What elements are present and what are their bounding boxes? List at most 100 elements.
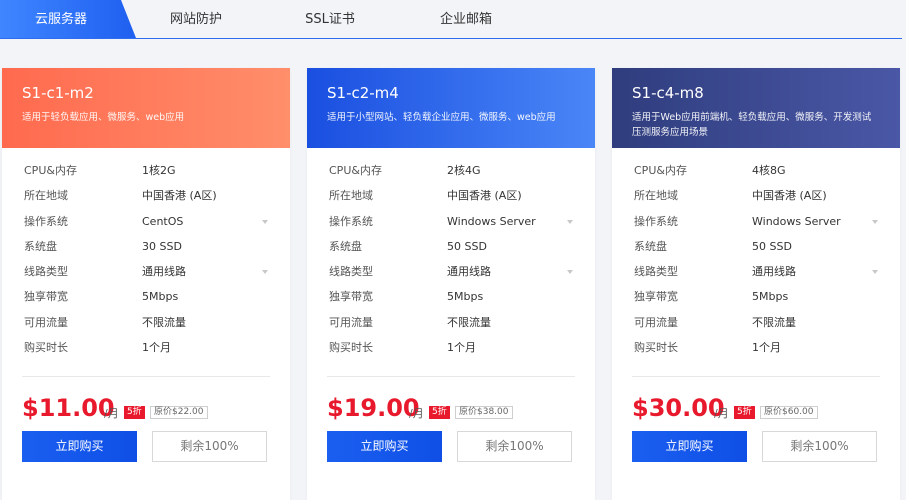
spec-row-bandwidth: 独享带宽 5Mbps <box>22 284 270 309</box>
chevron-down-icon <box>262 270 268 275</box>
spec-row-duration: 购买时长 1个月 <box>632 335 880 360</box>
original-price: 原价$38.00 <box>455 406 513 420</box>
chevron-down-icon <box>567 219 573 224</box>
spec-value: 中国香港 (A区) <box>447 189 522 203</box>
price: $11.00 <box>22 394 115 423</box>
price-unit: /月 <box>714 407 729 421</box>
spec-value: 4核8G <box>752 164 786 177</box>
tab-enterprise-email[interactable]: 企业邮箱 <box>416 0 516 38</box>
price-row: $11.00 /月 5折 原价$22.00 <box>22 391 270 431</box>
spec-row-region: 所在地域 中国香港 (A区) <box>632 183 880 208</box>
spec-label: CPU&内存 <box>634 164 687 177</box>
spec-value: Windows Server <box>752 214 841 228</box>
plan-card: S1-c1-m2 适用于轻负载应用、微服务、web应用 CPU&内存 1核2G … <box>2 68 290 500</box>
spec-row-system-disk: 系统盘 30 SSD <box>22 234 270 259</box>
spec-label: 独享带宽 <box>24 290 68 304</box>
spec-label: 操作系统 <box>329 214 373 228</box>
spec-value: 通用线路 <box>752 265 796 279</box>
spec-row-system-disk: 系统盘 50 SSD <box>327 234 575 259</box>
plan-description: 适用于小型网站、轻负载企业应用、微服务、web应用 <box>327 112 556 123</box>
spec-value: 通用线路 <box>447 265 491 279</box>
plan-card: S1-c4-m8 适用于Web应用前端机、轻负载应用、微服务、开发测试压测服务应… <box>612 68 900 500</box>
plan-title: S1-c1-m2 <box>22 84 94 102</box>
buy-now-button[interactable]: 立即购买 <box>327 431 442 463</box>
plan-title: S1-c4-m8 <box>632 84 704 102</box>
plan-description: 适用于轻负载应用、微服务、web应用 <box>22 112 185 123</box>
price: $19.00 <box>327 394 420 423</box>
chevron-down-icon <box>567 270 573 275</box>
os-select[interactable]: 操作系统 CentOS <box>22 209 270 234</box>
spec-label: 独享带宽 <box>634 290 678 304</box>
spec-value: CentOS <box>142 214 184 228</box>
stock-remaining-button: 剩余100% <box>152 431 267 463</box>
divider <box>22 376 270 378</box>
price: $30.00 <box>632 394 725 423</box>
spec-label: 系统盘 <box>24 239 57 253</box>
spec-label: 系统盘 <box>329 239 362 253</box>
spec-label: 操作系统 <box>634 214 678 228</box>
plan-card-header: S1-c4-m8 适用于Web应用前端机、轻负载应用、微服务、开发测试压测服务应… <box>612 68 900 148</box>
spec-row-region: 所在地域 中国香港 (A区) <box>22 183 270 208</box>
price-row: $19.00 /月 5折 原价$38.00 <box>327 391 575 431</box>
spec-list: CPU&内存 2核4G 所在地域 中国香港 (A区) 操作系统 Windows … <box>307 148 595 360</box>
spec-label: 可用流量 <box>329 315 373 329</box>
action-buttons: 立即购买 剩余100% <box>632 431 880 463</box>
os-select[interactable]: 操作系统 Windows Server <box>327 209 575 234</box>
os-select[interactable]: 操作系统 Windows Server <box>632 209 880 234</box>
spec-value: 1个月 <box>447 341 476 355</box>
price-unit: /月 <box>104 407 119 421</box>
spec-value: 1个月 <box>752 341 781 355</box>
spec-label: CPU&内存 <box>24 164 77 177</box>
spec-row-duration: 购买时长 1个月 <box>327 335 575 360</box>
line-type-select[interactable]: 线路类型 通用线路 <box>327 259 575 284</box>
spec-label: 所在地域 <box>634 189 678 203</box>
buy-now-button[interactable]: 立即购买 <box>22 431 137 463</box>
spec-value: 50 SSD <box>752 239 792 253</box>
spec-label: 所在地域 <box>329 189 373 203</box>
spec-row-bandwidth: 独享带宽 5Mbps <box>632 284 880 309</box>
divider <box>327 376 575 378</box>
chevron-down-icon <box>872 219 878 224</box>
buy-now-button[interactable]: 立即购买 <box>632 431 747 463</box>
spec-label: 线路类型 <box>634 265 678 279</box>
spec-label: 操作系统 <box>24 214 68 228</box>
divider <box>632 376 880 378</box>
spec-value: 30 SSD <box>142 239 182 253</box>
spec-label: 系统盘 <box>634 239 667 253</box>
spec-label: 线路类型 <box>329 265 373 279</box>
plan-description: 适用于Web应用前端机、轻负载应用、微服务、开发测试压测服务应用场景 <box>632 112 872 138</box>
spec-label: CPU&内存 <box>329 164 382 177</box>
spec-value: 不限流量 <box>447 315 491 329</box>
spec-label: 购买时长 <box>329 341 373 355</box>
line-type-select[interactable]: 线路类型 通用线路 <box>632 259 880 284</box>
spec-row-region: 所在地域 中国香港 (A区) <box>327 183 575 208</box>
tab-ssl-certificate[interactable]: SSL证书 <box>280 0 380 38</box>
line-type-select[interactable]: 线路类型 通用线路 <box>22 259 270 284</box>
spec-label: 可用流量 <box>24 315 68 329</box>
original-price: 原价$60.00 <box>760 406 818 420</box>
action-buttons: 立即购买 剩余100% <box>22 431 270 463</box>
tab-cloud-server[interactable]: 云服务器 <box>0 0 136 38</box>
chevron-down-icon <box>262 219 268 224</box>
plan-card-header: S1-c1-m2 适用于轻负载应用、微服务、web应用 <box>2 68 290 148</box>
spec-label: 可用流量 <box>634 315 678 329</box>
discount-badge: 5折 <box>429 406 450 420</box>
spec-value: 1个月 <box>142 341 171 355</box>
spec-list: CPU&内存 4核8G 所在地域 中国香港 (A区) 操作系统 Windows … <box>612 148 900 360</box>
spec-row-traffic: 可用流量 不限流量 <box>327 310 575 335</box>
spec-value: 5Mbps <box>447 290 484 304</box>
chevron-down-icon <box>872 270 878 275</box>
spec-label: 线路类型 <box>24 265 68 279</box>
tab-website-protection[interactable]: 网站防护 <box>146 0 246 38</box>
stock-remaining-button: 剩余100% <box>762 431 877 463</box>
spec-row-duration: 购买时长 1个月 <box>22 335 270 360</box>
product-tabs: 云服务器 网站防护 SSL证书 企业邮箱 <box>0 0 902 39</box>
spec-row-cpu-memory: CPU&内存 2核4G <box>327 158 575 183</box>
spec-row-traffic: 可用流量 不限流量 <box>632 310 880 335</box>
spec-list: CPU&内存 1核2G 所在地域 中国香港 (A区) 操作系统 CentOS 系… <box>2 148 290 360</box>
spec-value: 5Mbps <box>142 290 179 304</box>
spec-value: 中国香港 (A区) <box>752 189 827 203</box>
spec-row-cpu-memory: CPU&内存 1核2G <box>22 158 270 183</box>
price-row: $30.00 /月 5折 原价$60.00 <box>632 391 880 431</box>
original-price: 原价$22.00 <box>150 406 208 420</box>
